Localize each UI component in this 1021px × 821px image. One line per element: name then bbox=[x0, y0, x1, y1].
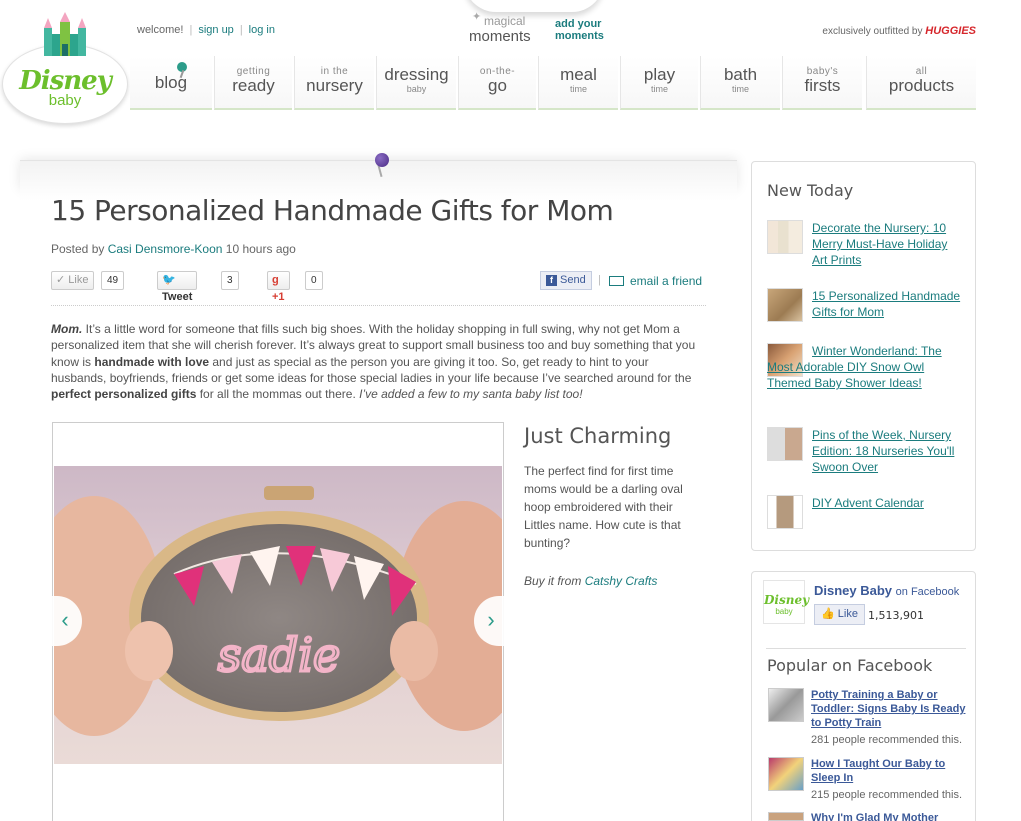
popular-item-title[interactable]: How I Taught Our Baby to Sleep In bbox=[811, 757, 966, 785]
nav-item-blog[interactable]: blog bbox=[130, 56, 212, 110]
nav-item-bath-time[interactable]: bath time bbox=[700, 56, 780, 110]
shop-link[interactable]: Catshy Crafts bbox=[585, 574, 658, 588]
slide-image: sadie bbox=[54, 466, 502, 764]
add-your-moments-link[interactable]: add your moments bbox=[555, 18, 604, 42]
thumbs-up-icon: 👍 bbox=[821, 608, 835, 620]
facebook-page-name[interactable]: Disney Baby on Facebook bbox=[814, 583, 959, 598]
new-today-title: New Today bbox=[767, 181, 854, 200]
divider bbox=[51, 305, 706, 306]
nav-item-babys-firsts[interactable]: baby's firsts bbox=[782, 56, 862, 110]
nav-item-play-time[interactable]: play time bbox=[620, 56, 698, 110]
magical-label: magical bbox=[484, 14, 526, 28]
google-g-icon: g bbox=[272, 274, 279, 286]
slide-title: Just Charming bbox=[524, 424, 672, 448]
facebook-like-count: 1,513,901 bbox=[868, 609, 924, 622]
like-count: 49 bbox=[101, 271, 125, 290]
thumbnail[interactable] bbox=[767, 427, 803, 461]
embroidered-name: sadie bbox=[218, 628, 340, 682]
slide-description: The perfect find for first time moms wou… bbox=[524, 464, 683, 550]
popular-item-title[interactable]: Potty Training a Baby or Toddler: Signs … bbox=[811, 688, 966, 730]
plus-one-count: 0 bbox=[305, 271, 323, 290]
thumbnail[interactable] bbox=[768, 812, 804, 821]
buy-it-from: Buy it from Catshy Crafts bbox=[524, 574, 658, 588]
popular-on-facebook-title: Popular on Facebook bbox=[767, 656, 933, 675]
thumbnail[interactable] bbox=[767, 495, 803, 529]
logo-subtitle: baby bbox=[48, 92, 82, 109]
thumbs-up-icon: ✓ bbox=[56, 274, 66, 286]
nav-item-getting-ready[interactable]: getting ready bbox=[214, 56, 292, 110]
nav-item-meal-time[interactable]: meal time bbox=[538, 56, 618, 110]
sparkle-icon: ✦ bbox=[472, 11, 482, 23]
new-today-item[interactable]: Pins of the Week, Nursery Edition: 18 Nu… bbox=[812, 427, 962, 475]
twitter-bird-icon: 🐦 bbox=[162, 274, 176, 286]
nav-item-dressing[interactable]: dressing baby bbox=[376, 56, 456, 110]
sponsor-credit: exclusively outfitted by HUGGIES bbox=[822, 25, 976, 37]
new-today-item[interactable]: Winter Wonderland: The Most Adorable DIY… bbox=[767, 343, 963, 391]
thumbnail[interactable] bbox=[767, 288, 803, 322]
recommend-count: 215 people recommended this. bbox=[811, 789, 963, 801]
popular-item-title[interactable]: Why I'm Glad My Mother bbox=[811, 811, 966, 821]
sign-up-link[interactable]: sign up bbox=[198, 24, 233, 36]
log-in-link[interactable]: log in bbox=[249, 24, 275, 36]
welcome-text: welcome! bbox=[137, 24, 184, 36]
facebook-page-like-button[interactable]: 👍 Like bbox=[814, 604, 865, 625]
new-today-item[interactable]: 15 Personalized Handmade Gifts for Mom bbox=[812, 288, 962, 320]
pushpin-icon bbox=[375, 153, 389, 167]
account-links: welcome! | sign up | log in bbox=[137, 24, 275, 36]
tweet-count: 3 bbox=[221, 271, 239, 290]
author-link[interactable]: Casi Densmore-Koon bbox=[108, 242, 223, 256]
nav-item-all-products[interactable]: all products bbox=[866, 56, 976, 110]
new-today-item[interactable]: DIY Advent Calendar bbox=[812, 495, 962, 511]
tweet-button[interactable]: 🐦Tweet bbox=[157, 271, 198, 303]
nav-item-on-the-go[interactable]: on-the- go bbox=[458, 56, 536, 110]
byline: Posted by Casi Densmore-Koon 10 hours ag… bbox=[51, 242, 296, 256]
chevron-left-icon: ‹ bbox=[61, 607, 69, 632]
thumbnail[interactable] bbox=[768, 688, 804, 722]
email-friend-link[interactable]: email a friend bbox=[609, 274, 702, 288]
disney-baby-logo[interactable]: Disney baby bbox=[2, 8, 128, 124]
google-plus-one-button[interactable]: g +1 bbox=[267, 271, 290, 303]
moments-label: moments bbox=[469, 28, 531, 45]
thumbnail[interactable] bbox=[767, 220, 803, 254]
castle-icon bbox=[44, 12, 86, 56]
chevron-right-icon: › bbox=[487, 607, 495, 632]
facebook-like-button[interactable]: ✓ Like bbox=[51, 271, 94, 290]
facebook-send-button[interactable]: f Send bbox=[540, 271, 592, 290]
disney-baby-avatar[interactable]: Disney baby bbox=[763, 580, 809, 624]
article-title: 15 Personalized Handmade Gifts for Mom bbox=[51, 194, 614, 227]
facebook-icon: f bbox=[546, 275, 557, 286]
huggies-logo[interactable]: HUGGIES bbox=[925, 25, 976, 37]
nav-item-nursery[interactable]: in the nursery bbox=[294, 56, 374, 110]
article-intro: Mom. It’s a little word for someone that… bbox=[51, 322, 696, 402]
envelope-icon bbox=[609, 276, 624, 286]
recommend-count: 281 people recommended this. bbox=[811, 734, 963, 746]
thumbnail[interactable] bbox=[768, 757, 804, 791]
new-today-item[interactable]: Decorate the Nursery: 10 Merry Must-Have… bbox=[812, 220, 962, 268]
